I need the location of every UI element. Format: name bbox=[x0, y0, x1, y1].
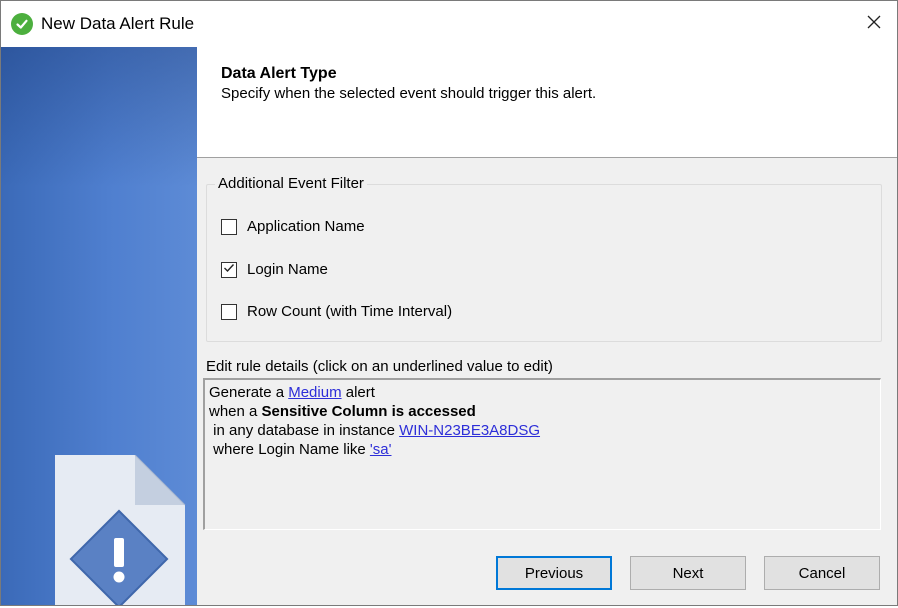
next-button[interactable]: Next bbox=[630, 556, 746, 590]
rule-line-instance: in any database in instance WIN-N23BE3A8… bbox=[209, 422, 541, 439]
rule-line-severity: Generate a Medium alert bbox=[209, 384, 375, 401]
wizard-sidebar bbox=[1, 47, 197, 605]
close-icon bbox=[866, 14, 882, 34]
checkbox-label: Application Name bbox=[247, 218, 365, 235]
event-description: Sensitive Column is accessed bbox=[261, 403, 476, 420]
login-name-checkbox[interactable]: Login Name bbox=[221, 261, 328, 278]
group-legend: Additional Event Filter bbox=[215, 175, 367, 192]
check-circle-icon bbox=[11, 13, 33, 35]
previous-button[interactable]: Previous bbox=[496, 556, 612, 590]
row-count-checkbox[interactable]: Row Count (with Time Interval) bbox=[221, 303, 452, 320]
rule-details-label: Edit rule details (click on an underline… bbox=[206, 358, 553, 375]
checkbox-unchecked[interactable] bbox=[221, 303, 237, 320]
dialog-window: New Data Alert Rule Data Alert Type Spec… bbox=[0, 0, 898, 606]
checkbox-label: Login Name bbox=[247, 261, 328, 278]
login-value-link[interactable]: 'sa' bbox=[370, 441, 392, 458]
title-bar: New Data Alert Rule bbox=[1, 1, 897, 47]
checkbox-label: Row Count (with Time Interval) bbox=[247, 303, 453, 320]
rule-details-box: Generate a Medium alert when a Sensitive… bbox=[203, 378, 881, 530]
checkbox-checked[interactable] bbox=[221, 261, 237, 278]
application-name-checkbox[interactable]: Application Name bbox=[221, 218, 365, 235]
page-subtitle: Specify when the selected event should t… bbox=[221, 85, 597, 102]
close-button[interactable] bbox=[851, 1, 897, 47]
alert-document-icon bbox=[51, 454, 197, 605]
severity-link[interactable]: Medium bbox=[288, 384, 341, 401]
instance-link[interactable]: WIN-N23BE3A8DSG bbox=[399, 422, 540, 439]
rule-line-event: when a Sensitive Column is accessed bbox=[209, 403, 476, 420]
page-title: Data Alert Type bbox=[221, 65, 337, 82]
cancel-button[interactable]: Cancel bbox=[764, 556, 880, 590]
wizard-header: Data Alert Type Specify when the selecte… bbox=[197, 47, 897, 158]
checkmark-icon bbox=[223, 261, 235, 278]
rule-line-login: where Login Name like 'sa' bbox=[209, 441, 392, 458]
window-title: New Data Alert Rule bbox=[41, 14, 195, 33]
checkbox-unchecked[interactable] bbox=[221, 218, 237, 235]
additional-event-filter-group: Additional Event Filter Application Name… bbox=[206, 175, 882, 342]
